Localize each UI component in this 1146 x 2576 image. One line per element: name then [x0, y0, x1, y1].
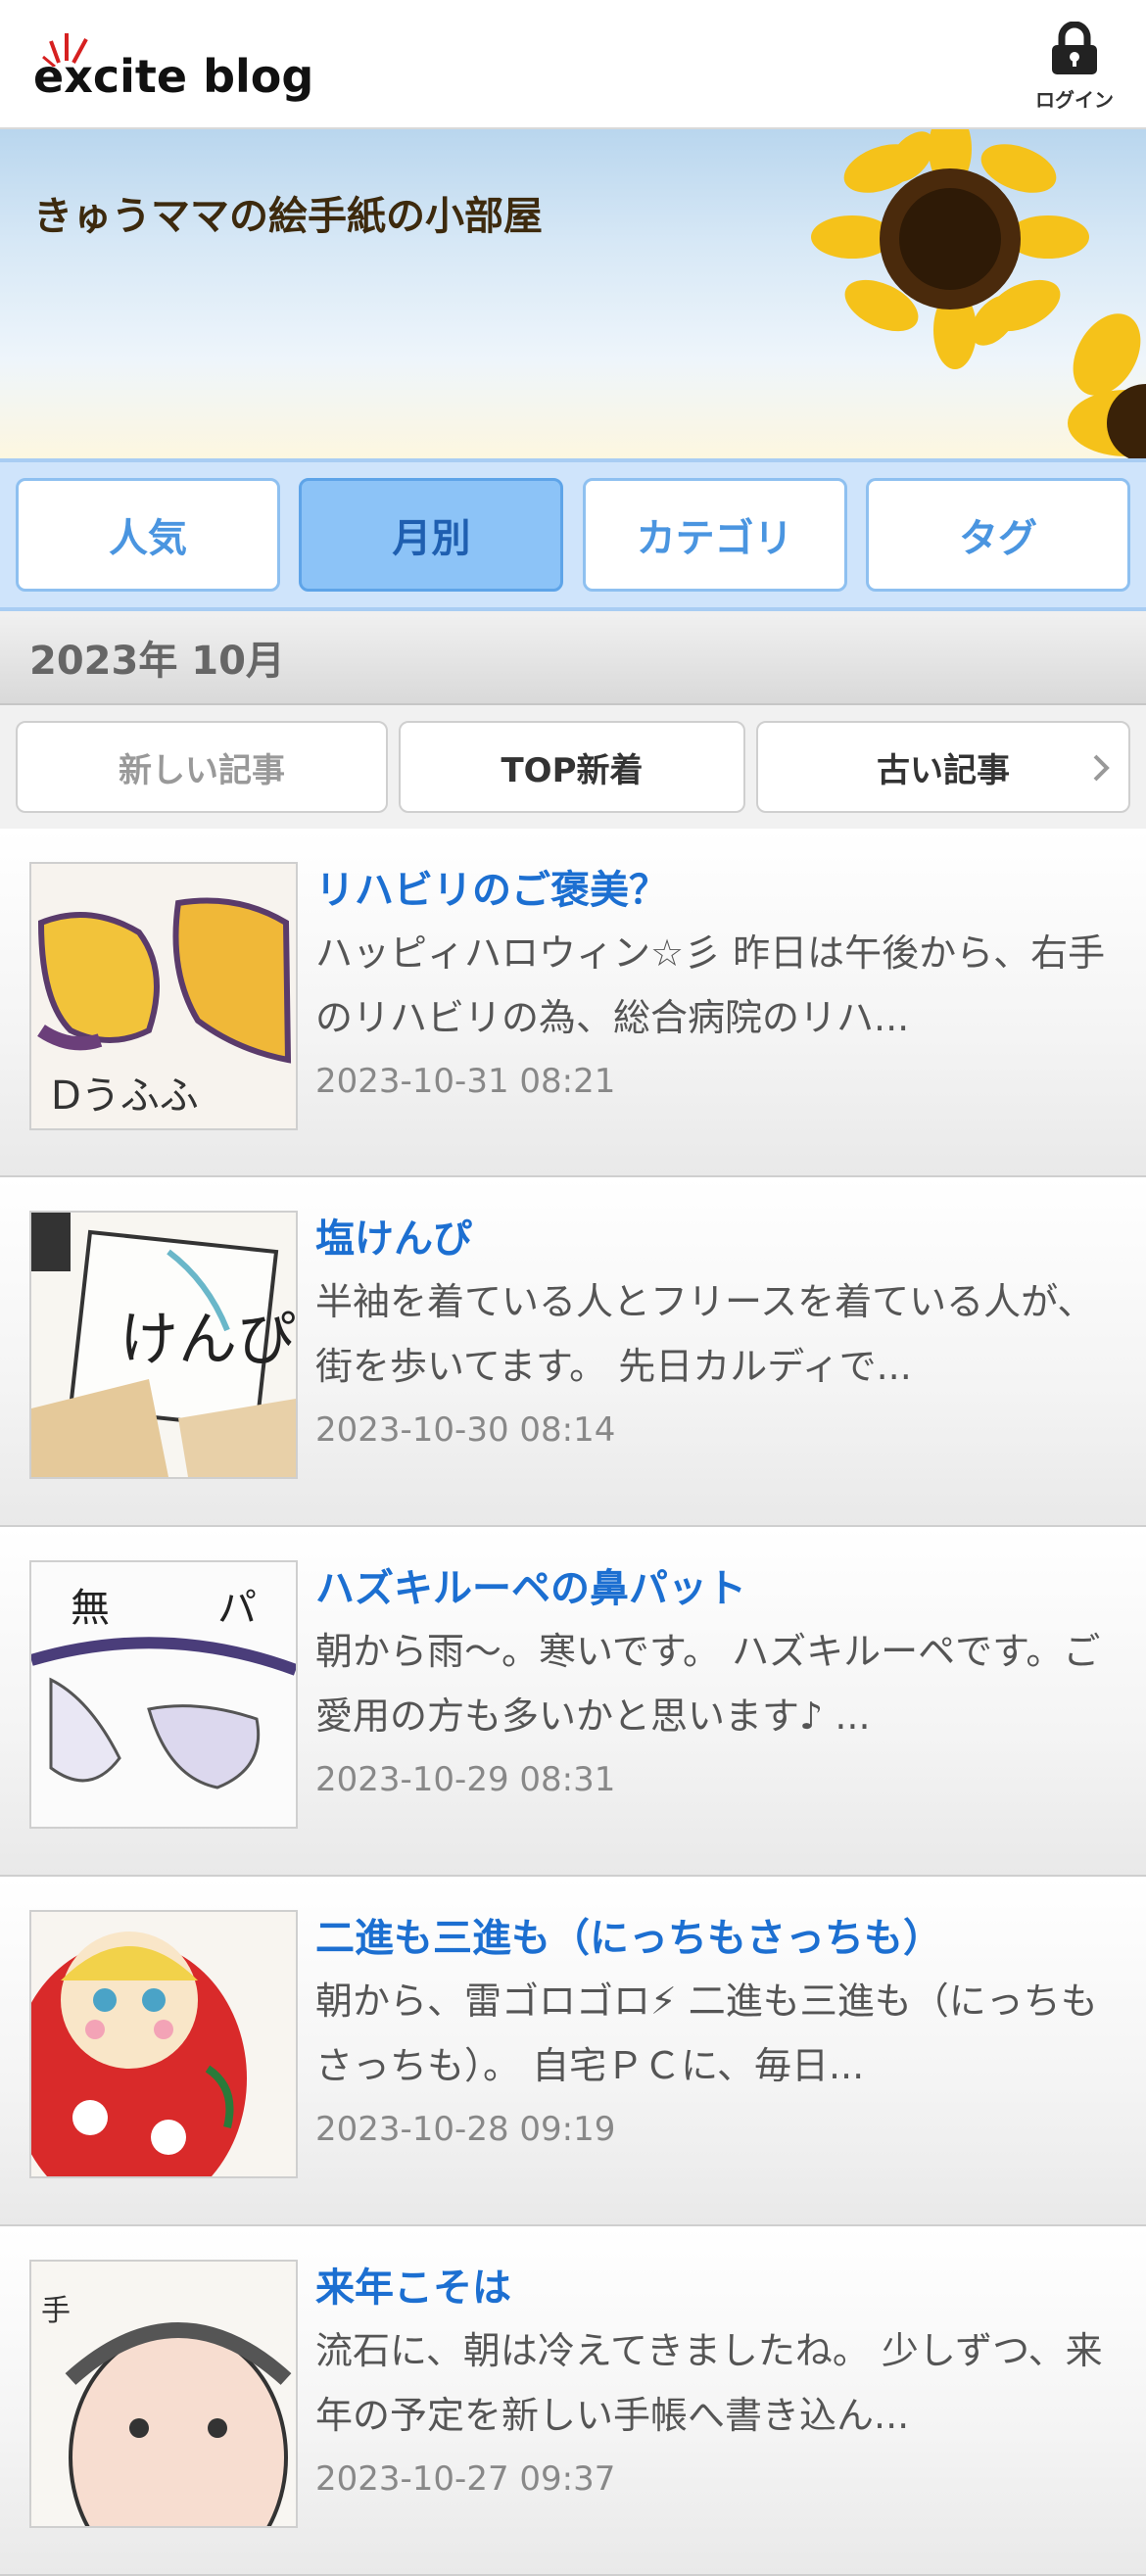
- svg-text:無: 無: [71, 1586, 110, 1631]
- entry-excerpt: 流石に、朝は冷えてきましたね。 少しずつ、来年の予定を新しい手帳へ書き込ん...: [315, 2329, 1103, 2437]
- entry-date: 2023-10-30 08:14: [315, 1410, 616, 1450]
- tab-monthly[interactable]: 月別: [299, 478, 564, 592]
- sweet-potato-painting-image: Dうふふ: [31, 864, 296, 1128]
- entry-date: 2023-10-28 09:19: [315, 2110, 616, 2149]
- login-label: ログイン: [1035, 88, 1114, 112]
- entry-title[interactable]: 二進も三進も（にっちもさっちも）: [315, 1910, 1121, 1967]
- logo-spark-icon: [42, 33, 88, 67]
- entry-thumbnail[interactable]: 手: [29, 2260, 298, 2528]
- entry-excerpt: 朝から雨〜。寒いです。 ハズキルーペです。ご愛用の方も多いかと思います♪ ...: [315, 1630, 1101, 1738]
- entry-title[interactable]: リハビリのご褒美？: [315, 862, 1121, 919]
- sunflower-image: [811, 129, 1146, 458]
- entry-item[interactable]: 二進も三進も（にっちもさっちも） 朝から、雷ゴロゴロ⚡ 二進も三進も（にっちもさ…: [0, 1877, 1146, 2226]
- salt-kenpi-painting-image: けんぴ: [31, 1213, 296, 1477]
- tab-popular[interactable]: 人気: [16, 478, 280, 592]
- entry-thumbnail[interactable]: けんぴ: [29, 1211, 298, 1479]
- tab-tags[interactable]: タグ: [865, 478, 1130, 592]
- entry-date: 2023-10-27 09:37: [315, 2459, 616, 2499]
- older-posts-button[interactable]: 古い記事: [756, 721, 1130, 813]
- svg-text:けんぴ: けんぴ: [119, 1306, 296, 1374]
- entry-excerpt: ハッピィハロウィン☆彡 昨日は午後から、右手のリハビリの為、総合病院のリハ...: [315, 931, 1106, 1039]
- newer-posts-button[interactable]: 新しい記事: [16, 721, 388, 813]
- blog-banner[interactable]: きゅうママの絵手紙の小部屋: [0, 129, 1146, 458]
- nav-tabs: 人気 月別 カテゴリ タグ: [0, 458, 1146, 611]
- entry-title[interactable]: 来年こそは: [315, 2260, 1121, 2316]
- entry-title[interactable]: ハズキルーペの鼻パット: [315, 1560, 1121, 1617]
- lock-icon: [1052, 21, 1097, 74]
- month-heading: 2023年 10月: [0, 611, 1146, 705]
- svg-text:手: 手: [41, 2294, 71, 2328]
- entry-item[interactable]: 手 来年こそは 流石に、朝は冷えてきましたね。 少しずつ、来年の予定を新しい手帳…: [0, 2226, 1146, 2576]
- entry-excerpt: 半袖を着ている人とフリースを着ている人が、街を歩いてます。 先日カルディで...: [315, 1280, 1095, 1388]
- nose-pad-painting-image: 無 パ: [31, 1562, 296, 1827]
- entry-thumbnail[interactable]: [29, 1910, 298, 2178]
- svg-text:パ: パ: [217, 1586, 257, 1631]
- older-posts-label: 古い記事: [877, 750, 1010, 790]
- svg-text:Dうふふ: Dうふふ: [51, 1073, 199, 1119]
- entry-title[interactable]: 塩けんぴ: [315, 1211, 1121, 1267]
- top-new-button[interactable]: TOP新着: [399, 721, 745, 813]
- pager: 新しい記事 TOP新着 古い記事: [0, 705, 1146, 829]
- tab-category[interactable]: カテゴリ: [582, 478, 847, 592]
- entry-thumbnail[interactable]: 無 パ: [29, 1560, 298, 1829]
- blog-title: きゅうママの絵手紙の小部屋: [33, 194, 543, 239]
- login-button[interactable]: ログイン: [1028, 21, 1121, 113]
- site-header: excite blog ログイン: [0, 0, 1146, 129]
- entry-item[interactable]: 無 パ ハズキルーペの鼻パット 朝から雨〜。寒いです。 ハズキルーペです。ご愛用…: [0, 1527, 1146, 1877]
- excite-blog-logo[interactable]: excite blog: [33, 27, 313, 106]
- planner-face-painting-image: 手: [31, 2262, 296, 2526]
- entry-date: 2023-10-31 08:21: [315, 1062, 616, 1101]
- entry-date: 2023-10-29 08:31: [315, 1760, 616, 1799]
- entry-item[interactable]: けんぴ 塩けんぴ 半袖を着ている人とフリースを着ている人が、街を歩いてます。 先…: [0, 1177, 1146, 1527]
- entry-excerpt: 朝から、雷ゴロゴロ⚡ 二進も三進も（にっちもさっちも）。 自宅ＰＣに、毎日...: [315, 1980, 1098, 2087]
- matryoshka-painting-image: [31, 1912, 296, 2176]
- entry-thumbnail[interactable]: Dうふふ: [29, 862, 298, 1130]
- chevron-right-icon: [1093, 754, 1110, 782]
- entry-item[interactable]: Dうふふ リハビリのご褒美？ ハッピィハロウィン☆彡 昨日は午後から、右手のリハ…: [0, 829, 1146, 1177]
